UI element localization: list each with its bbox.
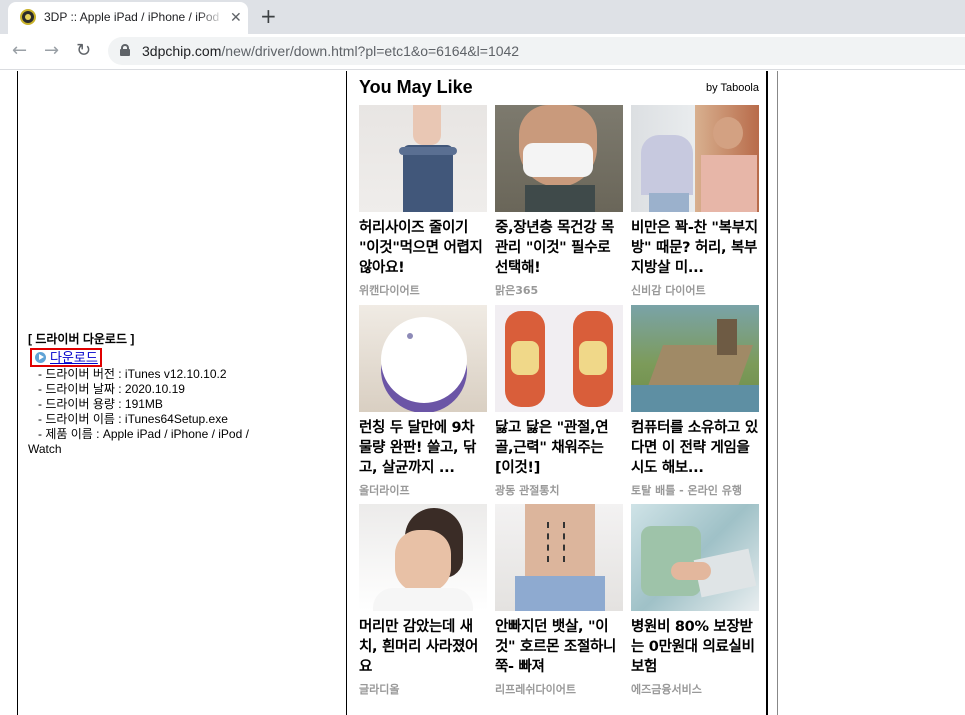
url-path: /new/driver/down.html?pl=etc1&o=6164&l=1… xyxy=(221,43,520,59)
you-may-like-title: You May Like xyxy=(359,77,473,97)
ad-source: 올더라이프 xyxy=(359,484,410,497)
page-content: [ 드라이버 다운로드 ] 다운로드 - 드라이버 버전 : iTunes v1… xyxy=(0,71,965,715)
ad-thumbnail[interactable] xyxy=(359,305,487,412)
reload-icon[interactable]: ↻ xyxy=(76,40,91,62)
tab-title: 3DP :: Apple iPad / iPhone / iPod / Watc… xyxy=(44,10,222,24)
driver-version: - 드라이버 버전 : iTunes v12.10.10.2 xyxy=(38,367,227,381)
ad-card-9[interactable]: 병원비 80% 보장받는 0만원대 의료실비보험 에즈금융서비스 xyxy=(631,504,759,697)
ad-source: 광동 관절통치 xyxy=(495,484,560,497)
new-tab-icon[interactable]: + xyxy=(260,5,277,27)
ad-card-4[interactable]: 런칭 두 달만에 9차 물량 완판! 쓸고, 닦고, 살균까지 ... 올더라이… xyxy=(359,305,487,498)
ad-source: 리프레쉬다이어트 xyxy=(495,683,576,696)
ad-thumbnail[interactable] xyxy=(495,305,623,412)
ad-source: 글라디올 xyxy=(359,683,400,696)
ad-source: 에즈금융서비스 xyxy=(631,683,702,696)
product-name: - 제품 이름 : Apple iPad / iPhone / iPod / xyxy=(38,427,249,441)
ad-card-8[interactable]: 안빠지던 뱃살, "이것" 호르몬 조절하니 쭉- 빠져 리프레쉬다이어트 xyxy=(495,504,623,697)
ad-title[interactable]: 머리만 감았는데 새치, 흰머리 사라졌어요 xyxy=(359,617,487,677)
tab-title-fade xyxy=(198,8,224,28)
ad-title[interactable]: 중,장년층 목건강 목관리 "이것" 필수로 선택해! xyxy=(495,218,623,278)
center-border xyxy=(346,71,347,715)
left-border xyxy=(17,71,18,715)
close-tab-icon[interactable]: ✕ xyxy=(230,10,242,26)
ad-thumbnail[interactable] xyxy=(495,105,623,212)
ad-source: 위캔다이어트 xyxy=(359,284,420,297)
tab-strip: 3DP :: Apple iPad / iPhone / iPod / Watc… xyxy=(0,0,965,34)
driver-heading: [ 드라이버 다운로드 ] xyxy=(28,332,135,346)
url-domain: 3dpchip.com xyxy=(142,43,222,59)
arrow-right-icon xyxy=(35,352,46,363)
url-text[interactable]: 3dpchip.com/new/driver/down.html?pl=etc1… xyxy=(142,43,519,59)
driver-filename: - 드라이버 이름 : iTunes64Setup.exe xyxy=(38,412,228,426)
ad-card-1[interactable]: 허리사이즈 줄이기 "이것"먹으면 어렵지 않아요! 위캔다이어트 xyxy=(359,105,487,298)
ad-thumbnail[interactable] xyxy=(359,105,487,212)
ad-thumbnail[interactable] xyxy=(359,504,487,611)
download-button[interactable]: 다운로드 xyxy=(30,348,102,367)
ad-card-6[interactable]: 컴퓨터를 소유하고 있다면 이 전략 게임을 시도 해보... 토탈 배틀 - … xyxy=(631,305,759,498)
back-icon[interactable]: ← xyxy=(12,40,27,62)
taboola-header: You May Like by Taboola xyxy=(359,77,759,101)
ad-source: 신비감 다이어트 xyxy=(631,284,706,297)
ad-thumbnail[interactable] xyxy=(631,305,759,412)
ad-title[interactable]: 병원비 80% 보장받는 0만원대 의료실비보험 xyxy=(631,617,759,677)
ad-card-2[interactable]: 중,장년층 목건강 목관리 "이것" 필수로 선택해! 맑은365 xyxy=(495,105,623,298)
ad-source: 토탈 배틀 - 온라인 유행 xyxy=(631,484,742,497)
ad-card-7[interactable]: 머리만 감았는데 새치, 흰머리 사라졌어요 글라디올 xyxy=(359,504,487,697)
ad-thumbnail[interactable] xyxy=(495,504,623,611)
ad-thumbnail[interactable] xyxy=(631,105,759,212)
product-name-wrap: Watch xyxy=(28,442,62,456)
site-favicon-icon xyxy=(20,9,36,25)
ad-title[interactable]: 비만은 꽉-찬 "복부지방" 때문? 허리, 복부 지방살 미... xyxy=(631,218,759,278)
driver-size: - 드라이버 용량 : 191MB xyxy=(38,397,163,411)
driver-date: - 드라이버 날짜 : 2020.10.19 xyxy=(38,382,185,396)
ad-source: 맑은365 xyxy=(495,284,539,297)
ad-title[interactable]: 런칭 두 달만에 9차 물량 완판! 쓸고, 닦고, 살균까지 ... xyxy=(359,418,487,478)
right-border xyxy=(766,71,768,715)
ad-title[interactable]: 닳고 닳은 "관절,연골,근력" 채워주는 [이것!] xyxy=(495,418,623,478)
ad-card-5[interactable]: 닳고 닳은 "관절,연골,근력" 채워주는 [이것!] 광동 관절통치 xyxy=(495,305,623,498)
browser-toolbar: ← → ↻ 3dpchip.com/new/driver/down.html?p… xyxy=(0,34,965,70)
lock-icon[interactable] xyxy=(120,44,130,56)
ad-title[interactable]: 컴퓨터를 소유하고 있다면 이 전략 게임을 시도 해보... xyxy=(631,418,759,478)
outer-right-border xyxy=(777,71,778,715)
ad-title[interactable]: 안빠지던 뱃살, "이것" 호르몬 조절하니 쭉- 빠져 xyxy=(495,617,623,677)
taboola-attribution[interactable]: by Taboola xyxy=(706,82,759,94)
download-link[interactable]: 다운로드 xyxy=(50,350,98,365)
ad-title[interactable]: 허리사이즈 줄이기 "이것"먹으면 어렵지 않아요! xyxy=(359,218,487,278)
ad-card-3[interactable]: 비만은 꽉-찬 "복부지방" 때문? 허리, 복부 지방살 미... 신비감 다… xyxy=(631,105,759,298)
active-tab[interactable]: 3DP :: Apple iPad / iPhone / iPod / Watc… xyxy=(8,2,248,34)
forward-icon[interactable]: → xyxy=(44,40,59,62)
driver-info: [ 드라이버 다운로드 ] 다운로드 - 드라이버 버전 : iTunes v1… xyxy=(28,332,328,457)
ad-thumbnail[interactable] xyxy=(631,504,759,611)
address-bar[interactable]: 3dpchip.com/new/driver/down.html?pl=etc1… xyxy=(108,37,965,65)
